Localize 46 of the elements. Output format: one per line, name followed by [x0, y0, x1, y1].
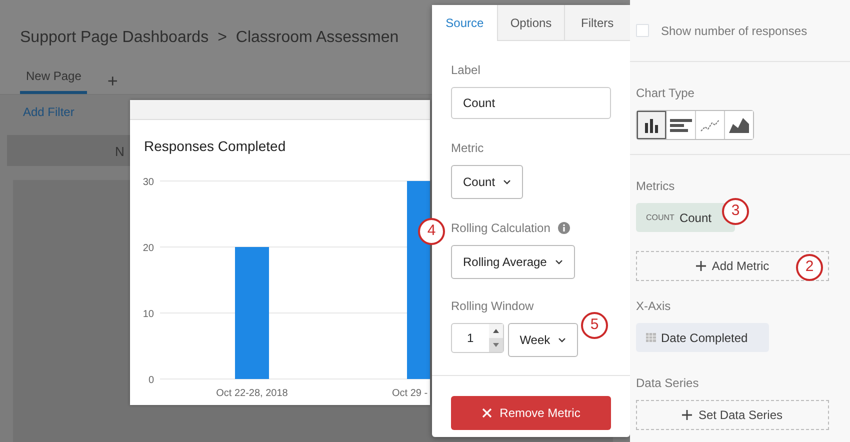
- x-axis-chip[interactable]: Date Completed: [636, 323, 769, 352]
- metric-dropdown[interactable]: Count: [451, 165, 524, 199]
- section-label: X-Axis: [636, 298, 672, 315]
- field-label: Rolling Calculation: [451, 220, 550, 237]
- spinner-arrows-icon: [488, 324, 503, 352]
- y-axis-tick-label: 30: [142, 177, 154, 188]
- label-input[interactable]: Count: [451, 87, 611, 119]
- caret-icon: [554, 259, 563, 265]
- column-chart-icon: [644, 118, 659, 132]
- breadcrumb-item: Classroom Assessmen: [236, 28, 399, 48]
- table-icon: [646, 333, 656, 342]
- plus-icon: [682, 410, 692, 420]
- caret-icon: [503, 179, 512, 185]
- unit-dropdown[interactable]: Week: [508, 323, 578, 357]
- section-label: Metrics: [636, 178, 676, 195]
- chart-type-button[interactable]: [724, 111, 753, 139]
- popover-tab[interactable]: Options: [497, 5, 564, 41]
- section-label: Data Series: [636, 375, 700, 392]
- field-label: Rolling Window: [451, 298, 535, 315]
- checkbox[interactable]: [636, 24, 649, 37]
- line-chart-icon: [700, 118, 720, 132]
- field-label: Label: [451, 62, 482, 79]
- rolling-calculation-dropdown[interactable]: Rolling Average: [451, 245, 575, 279]
- y-axis-tick-label: 0: [148, 375, 154, 386]
- breadcrumb-separator: >: [218, 28, 227, 48]
- caret-icon: [558, 337, 566, 343]
- breadcrumb-item[interactable]: Support Page Dashboards: [20, 26, 209, 50]
- close-icon: [482, 408, 492, 418]
- x-axis-label: Oct 22-28, 2018: [216, 388, 288, 399]
- number-spinner[interactable]: 1: [451, 323, 504, 353]
- bar-chart-icon: [670, 118, 692, 132]
- checkbox-label: Show number of responses: [661, 22, 808, 40]
- area-chart-icon: [729, 118, 749, 132]
- set-data-series-button[interactable]: Set Data Series: [636, 400, 829, 430]
- field-label: Metric: [451, 140, 485, 157]
- chart-type-button[interactable]: [666, 111, 695, 139]
- remove-metric-button[interactable]: Remove Metric: [451, 396, 611, 430]
- y-axis-tick-label: 20: [142, 243, 154, 254]
- x-axis-label: Oct 29 -: [392, 388, 428, 399]
- section-label: Chart Type: [636, 85, 696, 102]
- plus-icon: [696, 261, 706, 271]
- info-icon: [558, 222, 570, 234]
- chart-type-button[interactable]: [637, 111, 666, 139]
- popover-tab[interactable]: Source: [432, 5, 498, 41]
- popover-tab[interactable]: Filters: [564, 5, 630, 41]
- y-axis-tick-label: 10: [142, 309, 154, 320]
